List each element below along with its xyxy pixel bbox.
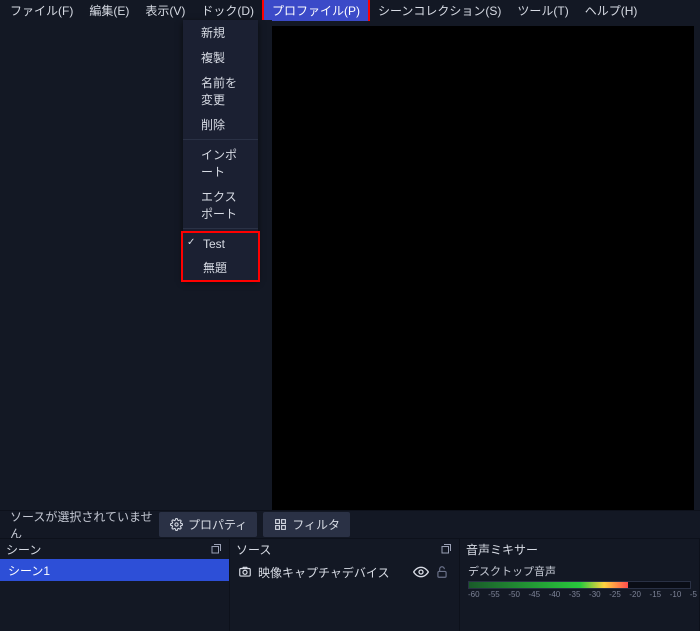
menu-dock[interactable]: ドック(D)	[193, 0, 262, 21]
source-item-label: 映像キャプチャデバイス	[258, 564, 407, 581]
scenes-list: シーン1	[0, 559, 229, 631]
tick: -40	[549, 590, 550, 599]
menu-file[interactable]: ファイル(F)	[2, 0, 81, 21]
main-area	[0, 20, 700, 510]
mixer-panel-header: 音声ミキサー	[460, 539, 699, 559]
filters-button-label: フィルタ	[292, 516, 340, 533]
visibility-toggle[interactable]	[413, 564, 429, 580]
tick: -5	[690, 590, 691, 599]
tick: -10	[670, 590, 671, 599]
tick: -50	[508, 590, 509, 599]
source-toolbar: ソースが選択されていません プロパティ フィルタ	[0, 510, 700, 538]
audio-meter-fill	[469, 582, 628, 588]
scenes-panel-header: シーン	[0, 539, 229, 559]
sources-panel-title: ソース	[236, 541, 271, 558]
gear-icon	[169, 518, 183, 532]
dropdown-separator-2	[183, 228, 258, 229]
menubar: ファイル(F) 編集(E) 表示(V) ドック(D) プロファイル(P) シーン…	[0, 0, 700, 20]
menu-tools[interactable]: ツール(T)	[509, 0, 576, 21]
dropdown-profile-list-highlight: Test 無題	[181, 231, 260, 282]
properties-button-label: プロパティ	[188, 516, 247, 533]
tick: -25	[609, 590, 610, 599]
bottom-panels: シーン シーン1 ソース 映像キャプチャデバイス	[0, 538, 700, 631]
popout-icon[interactable]	[209, 542, 223, 556]
dropdown-profile-untitled[interactable]: 無題	[183, 255, 258, 280]
audio-meter	[468, 581, 691, 589]
sources-panel-header: ソース	[230, 539, 459, 559]
scenes-panel: シーン シーン1	[0, 538, 230, 631]
mixer-track: デスクトップ音声 -60 -55 -50 -45 -40 -35 -30 -25…	[460, 559, 699, 603]
dropdown-separator-1	[183, 139, 258, 140]
dropdown-rename[interactable]: 名前を変更	[183, 70, 258, 112]
filters-icon	[273, 518, 287, 532]
tick: -30	[589, 590, 590, 599]
menu-scenecollection[interactable]: シーンコレクション(S)	[370, 0, 509, 21]
sources-list: 映像キャプチャデバイス	[230, 559, 459, 631]
tick: -35	[569, 590, 570, 599]
filters-button[interactable]: フィルタ	[263, 512, 350, 537]
popout-icon[interactable]	[439, 542, 453, 556]
tick: -60	[468, 590, 469, 599]
mixer-panel-title: 音声ミキサー	[466, 541, 538, 558]
dropdown-duplicate[interactable]: 複製	[183, 45, 258, 70]
mixer-panel: 音声ミキサー デスクトップ音声 -60 -55 -50 -45 -40 -35 …	[460, 538, 700, 631]
scene-item[interactable]: シーン1	[0, 559, 229, 581]
scenes-panel-title: シーン	[6, 541, 41, 558]
menu-profile-highlight: プロファイル(P)	[262, 0, 370, 21]
camera-icon	[238, 565, 252, 579]
lock-toggle[interactable]	[435, 565, 451, 579]
properties-button[interactable]: プロパティ	[159, 512, 257, 537]
dropdown-delete[interactable]: 削除	[183, 112, 258, 137]
mixer-body: デスクトップ音声 -60 -55 -50 -45 -40 -35 -30 -25…	[460, 559, 699, 631]
menu-help[interactable]: ヘルプ(H)	[577, 0, 646, 21]
menu-profile[interactable]: プロファイル(P)	[264, 0, 368, 21]
menu-view[interactable]: 表示(V)	[137, 0, 193, 21]
no-source-selected-label: ソースが選択されていません	[6, 508, 153, 542]
tick: -55	[488, 590, 489, 599]
profile-dropdown: 新規 複製 名前を変更 削除 インポート エクスポート Test 無題	[183, 20, 258, 280]
scene-item-label: シーン1	[8, 562, 50, 579]
dropdown-export[interactable]: エクスポート	[183, 184, 258, 226]
source-item[interactable]: 映像キャプチャデバイス	[230, 559, 459, 585]
tick: -15	[650, 590, 651, 599]
preview-wrap	[272, 20, 700, 510]
tick: -45	[529, 590, 530, 599]
dropdown-import[interactable]: インポート	[183, 142, 258, 184]
preview-canvas[interactable]	[272, 26, 694, 510]
sources-panel: ソース 映像キャプチャデバイス	[230, 538, 460, 631]
dropdown-new[interactable]: 新規	[183, 20, 258, 45]
audio-meter-ticks: -60 -55 -50 -45 -40 -35 -30 -25 -20 -15 …	[468, 590, 691, 599]
menu-edit[interactable]: 編集(E)	[81, 0, 137, 21]
tick: -20	[629, 590, 630, 599]
dropdown-profile-test[interactable]: Test	[183, 233, 258, 255]
mixer-track-name: デスクトップ音声	[468, 563, 691, 579]
